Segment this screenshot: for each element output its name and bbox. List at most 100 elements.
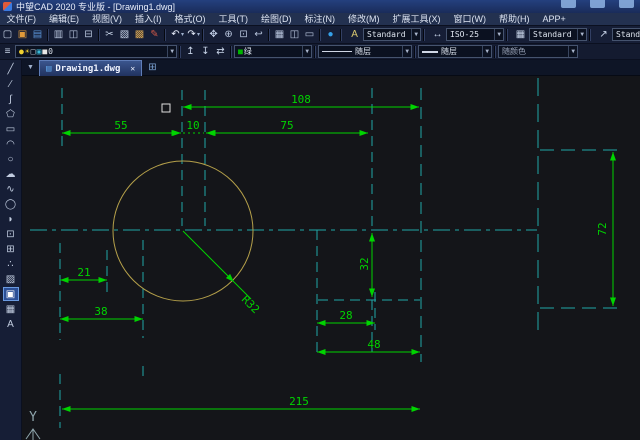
- table-style-combo[interactable]: Standard▼: [529, 28, 587, 41]
- dim-style-combo[interactable]: ISO-25▼: [446, 28, 504, 41]
- save-file-icon[interactable]: ▤: [30, 27, 45, 42]
- menu-item-12[interactable]: APP+: [536, 13, 572, 26]
- dimension-108[interactable]: 108: [183, 93, 419, 107]
- circle-tool-icon[interactable]: ○: [3, 152, 19, 166]
- menu-item-4[interactable]: 格式(O): [168, 13, 212, 26]
- menu-item-7[interactable]: 标注(N): [298, 13, 342, 26]
- point-tool-icon[interactable]: ∴: [3, 257, 19, 271]
- layer-on-bulb-icon[interactable]: ●: [19, 47, 24, 56]
- construction-line-tool-icon[interactable]: ∕: [3, 77, 19, 91]
- dimension-32[interactable]: 32: [358, 233, 372, 297]
- ellipse-tool-icon[interactable]: ◯: [3, 197, 19, 211]
- revision-cloud-tool-icon[interactable]: ☁: [3, 167, 19, 181]
- linetype-combo[interactable]: 随层 ▼: [318, 45, 412, 58]
- chevron-down-icon[interactable]: ▼: [568, 46, 577, 57]
- plot-preview-icon[interactable]: ◫: [66, 27, 81, 42]
- chevron-down-icon[interactable]: ▼: [167, 46, 176, 57]
- menu-item-6[interactable]: 绘图(D): [255, 13, 299, 26]
- layer-previous-icon[interactable]: ↧: [198, 44, 213, 59]
- cut-clip-icon[interactable]: ✂: [102, 27, 117, 42]
- redo-dropdown-icon[interactable]: ▾: [197, 31, 200, 38]
- text-style-combo[interactable]: Standard▼: [363, 28, 421, 41]
- zoom-realtime-icon[interactable]: ⊕: [221, 27, 236, 42]
- table-tool-icon[interactable]: ▦: [3, 302, 19, 316]
- gradient-tool-icon[interactable]: ▣: [3, 287, 19, 301]
- arc-tool-icon[interactable]: ◠: [3, 137, 19, 151]
- layer-color-swatch-icon[interactable]: ■: [42, 47, 47, 56]
- menu-item-8[interactable]: 修改(M): [342, 13, 387, 26]
- layer-unlock-icon[interactable]: □: [31, 47, 36, 56]
- insert-block-tool-icon[interactable]: ⊡: [3, 227, 19, 241]
- make-object-layer-current-icon[interactable]: ↥: [183, 44, 198, 59]
- zoom-previous-icon[interactable]: ↩: [251, 27, 266, 42]
- dim-style-icon[interactable]: ↔: [430, 27, 445, 42]
- dimension-72[interactable]: 72: [596, 152, 613, 306]
- line-tool-icon[interactable]: ╱: [3, 62, 19, 76]
- make-block-tool-icon[interactable]: ⊞: [3, 242, 19, 256]
- menu-item-0[interactable]: 文件(F): [0, 13, 43, 26]
- hatch-tool-icon[interactable]: ▨: [3, 272, 19, 286]
- match-properties-icon[interactable]: ✎: [147, 27, 162, 42]
- color-combo[interactable]: ■ 绿 ▼: [234, 45, 312, 58]
- close-button[interactable]: [619, 0, 634, 8]
- menu-item-9[interactable]: 扩展工具(X): [386, 13, 447, 26]
- layout-sheets-icon[interactable]: ▭: [302, 27, 317, 42]
- drawing-canvas[interactable]: 108 55 10 75 21 38 28 48: [22, 76, 640, 440]
- layer-states-icon[interactable]: ⇄: [213, 44, 228, 59]
- dimension-55[interactable]: 55: [62, 119, 180, 133]
- mtext-tool-icon[interactable]: A: [3, 317, 19, 331]
- polyline-tool-icon[interactable]: ∫: [3, 92, 19, 106]
- maximize-button[interactable]: [590, 0, 605, 8]
- named-views-icon[interactable]: ◫: [287, 27, 302, 42]
- tab-list-arrow-icon[interactable]: ▼: [22, 64, 39, 71]
- dimension-38[interactable]: 38: [60, 305, 143, 319]
- open-file-icon[interactable]: ▣: [15, 27, 30, 42]
- chevron-down-icon[interactable]: ▼: [577, 29, 586, 40]
- copy-clip-icon[interactable]: ▧: [117, 27, 132, 42]
- layer-plot-icon[interactable]: ▣: [36, 47, 41, 56]
- tab-drawing1[interactable]: ▤ Drawing1.dwg ✕: [39, 60, 142, 76]
- dimension-215[interactable]: 215: [62, 395, 420, 409]
- menu-item-5[interactable]: 工具(T): [212, 13, 255, 26]
- new-tab-icon[interactable]: ⊞: [148, 62, 156, 73]
- chevron-down-icon[interactable]: ▼: [302, 46, 311, 57]
- dimension-21[interactable]: 21: [60, 266, 107, 280]
- ellipse-arc-tool-icon[interactable]: ◗: [3, 212, 19, 226]
- chevron-down-icon[interactable]: ▼: [402, 46, 411, 57]
- dimension-48[interactable]: 48: [317, 338, 420, 352]
- rectangle-tool-icon[interactable]: ▭: [3, 122, 19, 136]
- new-file-icon[interactable]: ▢: [0, 27, 15, 42]
- spline-tool-icon[interactable]: ∿: [3, 182, 19, 196]
- mleader-style-icon[interactable]: ↗: [596, 27, 611, 42]
- zoom-window-icon[interactable]: ⊡: [236, 27, 251, 42]
- menu-item-2[interactable]: 视图(V): [86, 13, 129, 26]
- plot-icon[interactable]: ▥: [51, 27, 66, 42]
- dimension-75[interactable]: 75: [207, 119, 368, 133]
- plotstyle-combo[interactable]: 随颜色 ▼: [498, 45, 578, 58]
- publish-icon[interactable]: ⊟: [81, 27, 96, 42]
- dimension-10[interactable]: 10: [166, 119, 221, 133]
- layer-thaw-sun-icon[interactable]: ☀: [25, 47, 30, 56]
- mleader-style-combo[interactable]: Standard▼: [612, 28, 640, 41]
- table-style-icon[interactable]: ▦: [513, 27, 528, 42]
- menu-item-3[interactable]: 插入(I): [129, 13, 169, 26]
- layer-manager-button[interactable]: ≡: [0, 44, 15, 59]
- menu-item-1[interactable]: 编辑(E): [43, 13, 86, 26]
- title-bar[interactable]: 中望CAD 2020 专业版 - [Drawing1.dwg]: [0, 0, 640, 13]
- menu-item-11[interactable]: 帮助(H): [493, 13, 537, 26]
- text-style-icon[interactable]: A: [347, 27, 362, 42]
- chevron-down-icon[interactable]: ▼: [494, 29, 503, 40]
- paste-clip-icon[interactable]: ▩: [132, 27, 147, 42]
- dimension-28[interactable]: 28: [317, 309, 375, 323]
- chevron-down-icon[interactable]: ▼: [411, 29, 420, 40]
- dimension-r32[interactable]: R32: [183, 231, 262, 316]
- layer-combo[interactable]: ●☀□▣■ 0 ▼: [15, 45, 177, 58]
- pan-icon[interactable]: ✥: [206, 27, 221, 42]
- viewports-icon[interactable]: ▦: [272, 27, 287, 42]
- minimize-button[interactable]: [561, 0, 576, 8]
- chevron-down-icon[interactable]: ▼: [482, 46, 491, 57]
- cloud-service-icon[interactable]: ●: [323, 27, 338, 42]
- menu-item-10[interactable]: 窗口(W): [447, 13, 493, 26]
- polygon-tool-icon[interactable]: ⬠: [3, 107, 19, 121]
- tab-close-icon[interactable]: ✕: [130, 64, 135, 73]
